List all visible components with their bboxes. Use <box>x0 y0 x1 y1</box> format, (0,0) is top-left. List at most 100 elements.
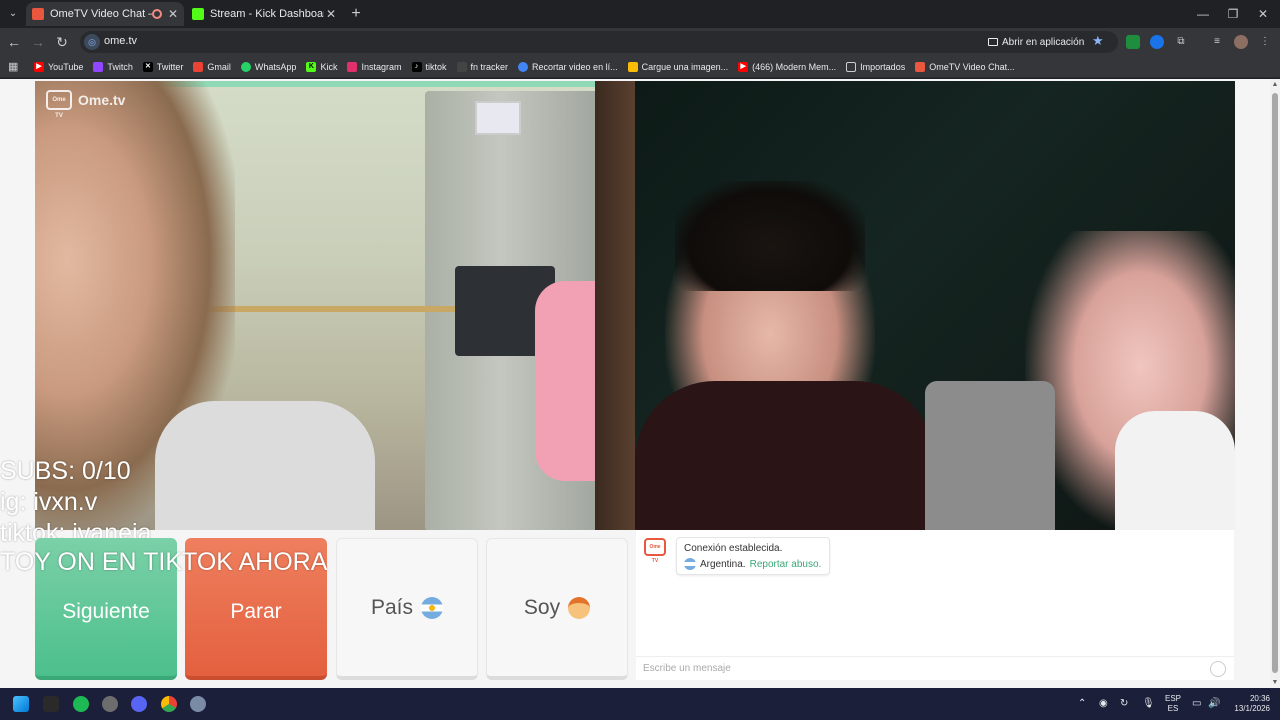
remote-video <box>635 81 1235 530</box>
extension-green-icon[interactable] <box>1126 35 1140 49</box>
kick-icon: K <box>306 61 317 72</box>
bookmark-cargue[interactable]: Cargue una imagen... <box>627 61 729 72</box>
bookmark-recortar[interactable]: Recortar video en lí... <box>518 61 618 72</box>
close-tab-icon[interactable]: ✕ <box>324 7 338 21</box>
bookmark-instagram[interactable]: Instagram <box>347 61 402 72</box>
chat-country-line: Argentina. Reportar abuso. <box>684 558 821 570</box>
page-scrollbar[interactable]: ▲ ▼ <box>1270 79 1280 688</box>
tray-discord-icon[interactable]: ◉ <box>1099 698 1108 709</box>
bookmarks-bar: ▦ ▶ YouTube Twitch ✕ Twitter Gmail WhatsAp… <box>0 56 1280 78</box>
tab-title: Stream - Kick Dashboard <box>210 8 324 20</box>
language-code: ESP <box>1164 694 1181 703</box>
bookmark-label: Recortar video en lí... <box>532 61 618 72</box>
clock-date: 13/1/2026 <box>1234 704 1270 713</box>
bookmark-label: Cargue una imagen... <box>641 61 729 72</box>
chrome-menu-icon[interactable]: ⋮ <box>1258 35 1272 49</box>
bookmark-twitch[interactable]: Twitch <box>93 61 133 72</box>
open-in-app-button[interactable]: Abrir en aplicación <box>988 34 1084 50</box>
ometv-tv-icon: Ome TV <box>46 90 72 119</box>
bookmark-gmail[interactable]: Gmail <box>193 61 231 72</box>
bookmark-ometv[interactable]: OmeTV Video Chat... <box>915 61 1015 72</box>
volume-icon[interactable]: 🔊 <box>1208 698 1220 709</box>
stop-label: Parar <box>230 600 282 623</box>
chat-input-area[interactable]: Escribe un mensaje <box>636 656 1234 680</box>
browser-toolbar: ← → ↻ ◎ ome.tv Abrir en aplicación ★ ⧉ ≡… <box>0 28 1280 56</box>
bookmark-whatsapp[interactable]: WhatsApp <box>240 61 296 72</box>
reload-button[interactable]: ↻ <box>52 32 72 52</box>
system-clock[interactable]: 20:36 13/1/2026 <box>1226 694 1270 714</box>
apps-grid-icon[interactable]: ▦ <box>8 61 20 73</box>
overlay-subs-text: SUBS: 0/10 <box>0 457 131 485</box>
extension-blue-icon[interactable] <box>1150 35 1164 49</box>
site-info-icon[interactable]: ◎ <box>84 34 100 50</box>
tab-search-chevron-icon[interactable]: ⌄ <box>4 5 22 23</box>
bookmark-modern-mem[interactable]: ▶ (466) Modern Mem... <box>738 61 836 72</box>
tab-search-menu-icon[interactable]: ≡ <box>1210 35 1224 49</box>
windows-start-icon[interactable] <box>13 696 29 712</box>
scroll-up-icon[interactable]: ▲ <box>1271 81 1279 88</box>
bookmark-youtube[interactable]: ▶ YouTube <box>34 61 83 72</box>
tab-ometv[interactable]: OmeTV Video Chat — Ome ✕ <box>26 2 184 26</box>
discord-icon[interactable] <box>131 696 147 712</box>
argentina-flag-icon <box>421 596 444 619</box>
obs-icon[interactable] <box>102 696 118 712</box>
tray-overflow-icon[interactable]: ⌃ <box>1078 698 1086 709</box>
ometv-icon <box>915 61 926 72</box>
emoji-picker-icon[interactable] <box>1210 661 1226 677</box>
forward-button[interactable]: → <box>28 32 48 52</box>
back-button[interactable]: ← <box>4 32 24 52</box>
country-label: País <box>370 595 414 619</box>
spotify-icon[interactable] <box>73 696 89 712</box>
chrome-icon[interactable] <box>161 696 177 712</box>
profile-avatar[interactable] <box>1234 35 1248 49</box>
new-tab-button[interactable]: + <box>346 4 366 24</box>
bookmark-importados[interactable]: Importados <box>846 61 906 72</box>
bookmark-label: Instagram <box>361 61 402 72</box>
chat-input-placeholder: Escribe un mensaje <box>643 663 731 674</box>
person-boy-hair-shape <box>675 181 865 291</box>
language-indicator[interactable]: ESP ES <box>1164 694 1182 714</box>
gmail-icon <box>193 61 204 72</box>
fn-tracker-icon <box>456 61 467 72</box>
windows-taskbar: ⌃ ◉ ↻ 🎙 ESP ES ▭ 🔊 20:36 13/1/2026 <box>0 688 1280 720</box>
ometv-chat-logo-icon: Ome TV <box>644 538 666 564</box>
whatsapp-icon <box>240 61 251 72</box>
overlay-tiktok-live-text: TOY ON EN TIKTOK AHORA <box>0 548 328 576</box>
tiktok-icon: ♪ <box>411 61 422 72</box>
bookmark-tiktok[interactable]: ♪ tiktok <box>411 61 447 72</box>
bookmark-label: Kick <box>320 61 338 72</box>
folder-icon <box>846 61 857 72</box>
settings-gear-icon[interactable] <box>190 696 206 712</box>
report-abuse-link[interactable]: Reportar abuso. <box>750 559 822 570</box>
tab-kick[interactable]: Stream - Kick Dashboard ✕ <box>186 2 342 26</box>
address-bar[interactable]: ◎ ome.tv Abrir en aplicación ★ <box>80 31 1118 53</box>
country-button[interactable]: País <box>336 538 478 680</box>
bookmark-fn-tracker[interactable]: fn tracker <box>456 61 508 72</box>
close-window-button[interactable]: ✕ <box>1248 4 1278 24</box>
scroll-down-icon[interactable]: ▼ <box>1271 679 1279 686</box>
scrollbar-thumb[interactable] <box>1272 93 1278 673</box>
clock-time: 20:36 <box>1249 694 1270 703</box>
microphone-icon[interactable]: 🎙 <box>1142 698 1155 709</box>
restore-button[interactable]: ❐ <box>1218 4 1248 24</box>
bookmark-label: tiktok <box>425 61 447 72</box>
bookmark-star-icon[interactable]: ★ <box>1092 33 1104 49</box>
minimize-button[interactable]: — <box>1188 4 1218 24</box>
gender-button[interactable]: Soy <box>486 538 628 680</box>
youtube-icon: ▶ <box>738 61 749 72</box>
person-girl-shirt-shape <box>1115 411 1235 530</box>
tray-sync-icon[interactable]: ↻ <box>1120 698 1128 709</box>
app-window-icon <box>988 38 998 46</box>
boy-face-icon <box>568 596 591 619</box>
extensions-puzzle-icon[interactable]: ⧉ <box>1174 35 1188 49</box>
connection-status-text: Conexión establecida. <box>684 543 783 554</box>
close-tab-icon[interactable]: ✕ <box>166 7 180 21</box>
epic-games-icon[interactable] <box>43 696 59 712</box>
partner-country-text: Argentina. <box>700 558 746 570</box>
network-icon[interactable]: ▭ <box>1192 698 1201 709</box>
bookmark-kick[interactable]: K Kick <box>306 61 338 72</box>
bookmark-twitter[interactable]: ✕ Twitter <box>142 61 183 72</box>
tab-title: OmeTV Video Chat — Ome <box>50 8 152 20</box>
bookmark-label: Importados <box>860 61 906 72</box>
logo-text: Ome.tv <box>78 92 126 108</box>
